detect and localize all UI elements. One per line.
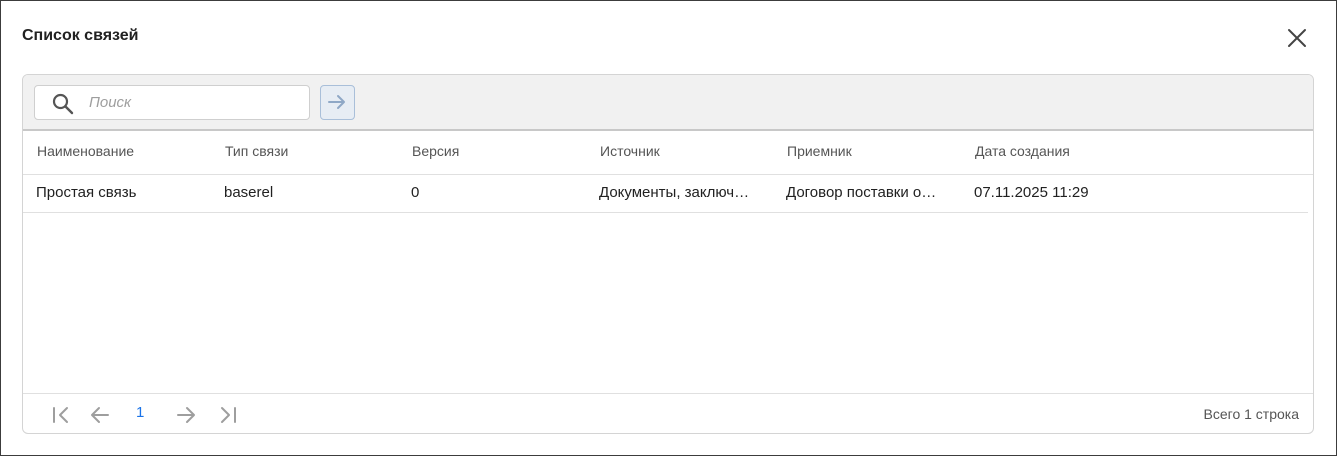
table-toolbar <box>23 75 1313 131</box>
cell-link-type: baserel <box>224 184 274 201</box>
close-icon <box>1288 29 1306 47</box>
last-page-button[interactable] <box>217 404 239 426</box>
dialog-title: Список связей <box>22 27 139 44</box>
arrow-right-icon <box>328 95 345 109</box>
search-submit-button[interactable] <box>320 85 355 120</box>
column-header-source[interactable]: Источник <box>600 143 660 159</box>
first-page-button[interactable] <box>50 404 72 426</box>
search-icon <box>52 93 74 115</box>
table-panel: Наименование Тип связи Версия Источник П… <box>22 74 1314 434</box>
last-page-icon <box>221 407 236 423</box>
cell-created-date: 07.11.2025 11:29 <box>974 184 1089 201</box>
cell-source: Документы, заключ… <box>599 184 750 201</box>
search-input[interactable] <box>87 87 301 118</box>
cell-target: Договор поставки о… <box>786 184 937 201</box>
pagination-bar: 1 Всего 1 строка <box>23 393 1313 433</box>
next-page-button[interactable] <box>175 404 197 426</box>
total-rows-label: Всего 1 строка <box>1203 406 1299 422</box>
column-header-target[interactable]: Приемник <box>787 143 852 159</box>
first-page-icon <box>53 407 68 423</box>
cell-name: Простая связь <box>36 184 137 201</box>
links-dialog: Список связей Наименование Тип связи <box>0 0 1337 456</box>
table-header: Наименование Тип связи Версия Источник П… <box>23 131 1313 175</box>
column-header-version[interactable]: Версия <box>412 143 459 159</box>
search-box <box>34 85 310 120</box>
table-row[interactable]: Простая связь baserel 0 Документы, заклю… <box>23 175 1308 213</box>
arrow-left-icon <box>91 407 109 423</box>
current-page-number[interactable]: 1 <box>136 404 144 421</box>
close-button[interactable] <box>1284 25 1310 51</box>
cell-version: 0 <box>411 184 420 201</box>
arrow-right-icon <box>177 407 195 423</box>
column-header-created-date[interactable]: Дата создания <box>975 143 1070 159</box>
column-header-link-type[interactable]: Тип связи <box>225 143 288 159</box>
column-header-name[interactable]: Наименование <box>37 143 134 159</box>
previous-page-button[interactable] <box>89 404 111 426</box>
